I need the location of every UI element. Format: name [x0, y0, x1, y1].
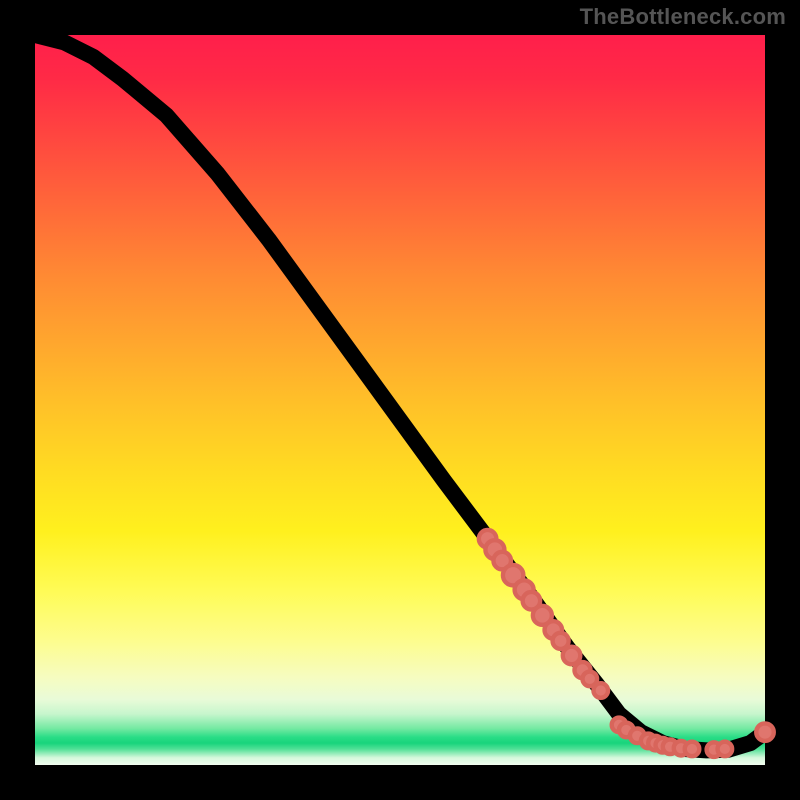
chart-stage: TheBottleneck.com [0, 0, 800, 800]
curve-line [35, 35, 765, 750]
watermark-text: TheBottleneck.com [580, 4, 786, 30]
scatter-dot [685, 742, 700, 757]
scatter-dot [593, 683, 608, 698]
scatter-points [479, 530, 774, 757]
plot-overlay [35, 35, 765, 765]
scatter-dot [718, 742, 733, 757]
scatter-dot [756, 723, 774, 741]
